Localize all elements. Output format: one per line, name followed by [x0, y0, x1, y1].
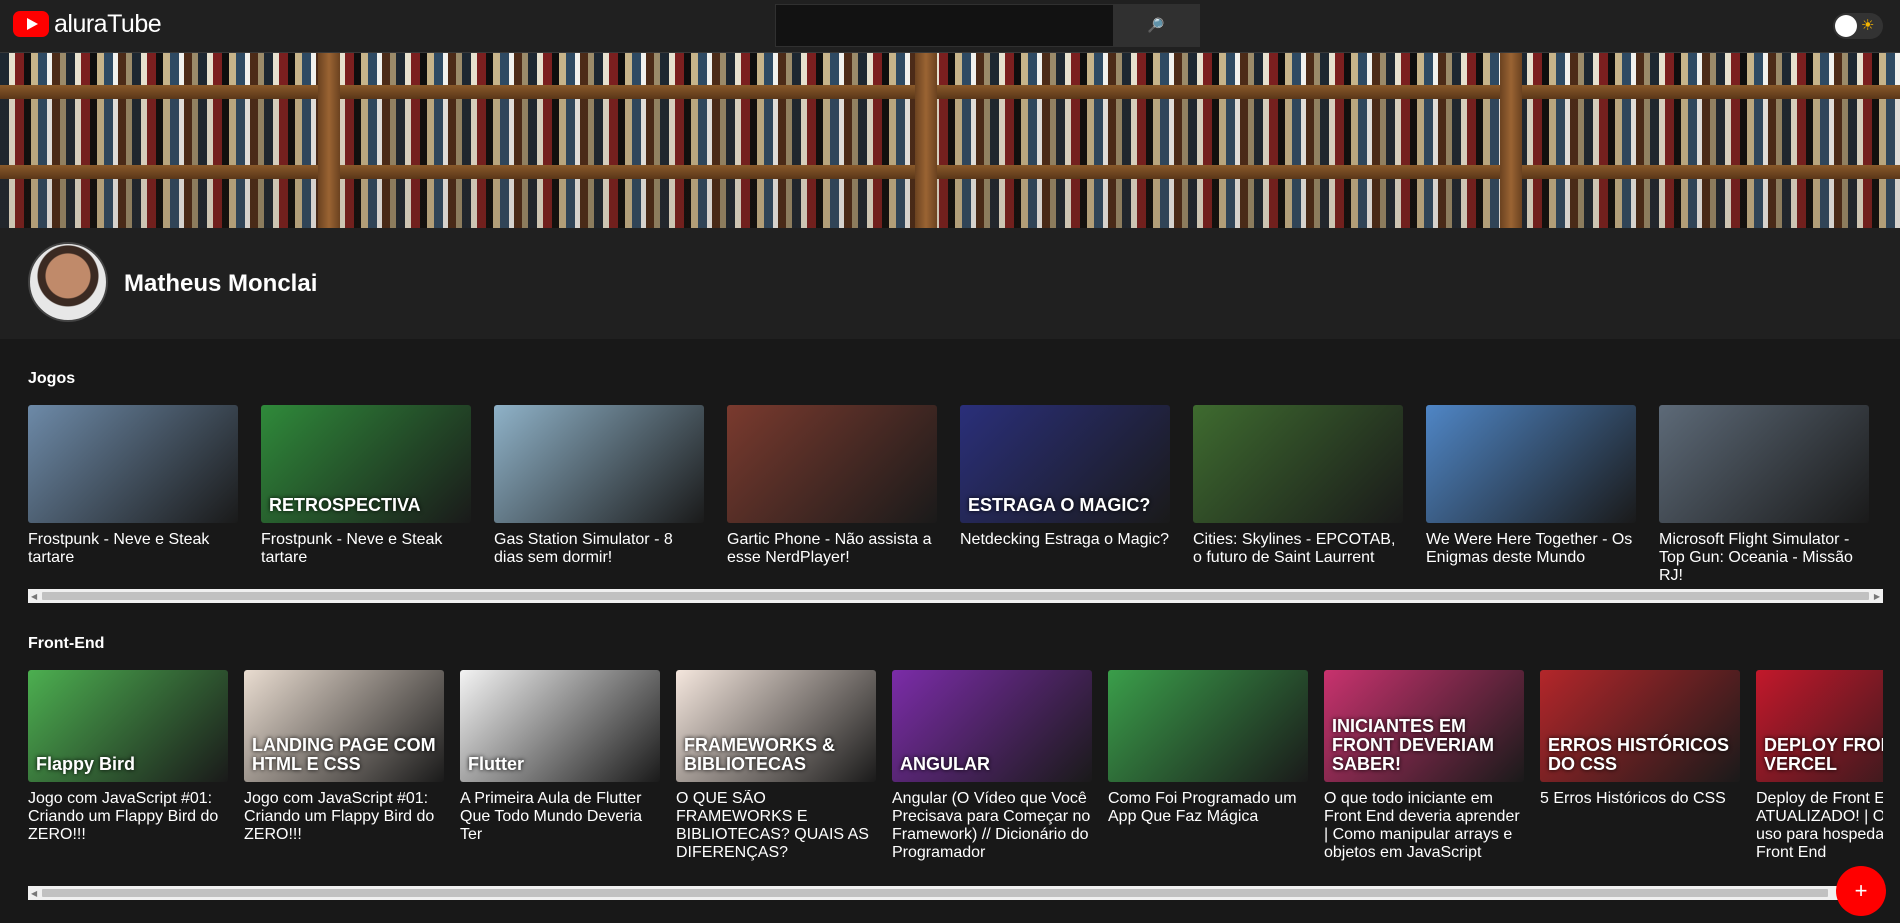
video-card[interactable]: Como Foi Programado um App Que Faz Mágic…	[1108, 670, 1308, 885]
video-thumbnail[interactable]: ANGULAR	[892, 670, 1092, 782]
video-title[interactable]: Microsoft Flight Simulator - Top Gun: Oc…	[1659, 531, 1869, 585]
video-thumbnail[interactable]: RETROSPECTIVA	[261, 405, 471, 523]
video-row-jogos: Frostpunk - Neve e Steak tartare RETROSPE…	[28, 405, 1883, 585]
video-card[interactable]: Microsoft Flight Simulator - Top Gun: Oc…	[1659, 405, 1869, 585]
video-card[interactable]: Frostpunk - Neve e Steak tartare	[28, 405, 238, 585]
video-card[interactable]: Cities: Skylines - EPCOTAB, o futuro de …	[1193, 405, 1403, 585]
video-thumbnail[interactable]	[727, 405, 937, 523]
banner-books-middle	[0, 99, 1900, 169]
video-title[interactable]: O que todo iniciante em Front End deveri…	[1324, 790, 1524, 862]
video-thumbnail[interactable]: FRAMEWORKS & BIBLIOTECAS	[676, 670, 876, 782]
search-button[interactable]: 🔎	[1113, 5, 1199, 46]
video-title[interactable]: 5 Erros Históricos do CSS	[1540, 790, 1740, 808]
video-thumbnail[interactable]: DEPLOY FRONT END VERCEL	[1756, 670, 1883, 782]
video-title[interactable]: Gartic Phone - Não assista a esse NerdPl…	[727, 531, 937, 567]
video-thumbnail[interactable]	[1108, 670, 1308, 782]
video-row-front-end: Flappy Bird Jogo com JavaScript #01: Cria…	[28, 670, 1883, 885]
playlist-title: Jogos	[28, 370, 76, 387]
video-thumbnail[interactable]	[1659, 405, 1869, 523]
video-title[interactable]: Frostpunk - Neve e Steak tartare	[28, 531, 238, 567]
banner-shelf	[0, 165, 1900, 179]
scroll-left-icon[interactable]: ◀	[31, 889, 37, 898]
search-icon: 🔎	[1147, 17, 1165, 33]
toggle-knob	[1835, 15, 1857, 37]
sun-icon: ☀	[1861, 17, 1875, 34]
video-thumbnail[interactable]	[1426, 405, 1636, 523]
channel-profile: Matheus Monclai	[0, 228, 1900, 339]
search-input[interactable]	[776, 5, 1113, 46]
video-title[interactable]: Frostpunk - Neve e Steak tartare	[261, 531, 471, 567]
banner-shelf-post	[318, 53, 340, 228]
scroll-left-icon[interactable]: ◀	[31, 592, 37, 601]
playlist-scrollbar[interactable]: ◀ ▶	[28, 886, 1883, 900]
thumbnail-caption: Flutter	[468, 754, 524, 775]
video-thumbnail[interactable]	[1193, 405, 1403, 523]
video-title[interactable]: Jogo com JavaScript #01: Criando um Flap…	[28, 790, 228, 844]
thumbnail-caption: INICIANTES EM FRONT DEVERIAM SABER!	[1332, 716, 1494, 775]
video-title[interactable]: A Primeira Aula de Flutter Que Todo Mund…	[460, 790, 660, 844]
theme-toggle[interactable]: ☀	[1833, 13, 1883, 39]
video-thumbnail[interactable]: Flappy Bird	[28, 670, 228, 782]
playlist-scrollbar[interactable]: ◀ ▶	[28, 589, 1883, 603]
play-logo-icon	[13, 11, 49, 37]
scrollbar-thumb[interactable]	[42, 889, 1828, 897]
video-card[interactable]: FRAMEWORKS & BIBLIOTECAS O QUE SÃO FRAMEW…	[676, 670, 876, 885]
channel-banner	[0, 53, 1900, 228]
video-title[interactable]: O QUE SÃO FRAMEWORKS E BIBLIOTECAS? QUAI…	[676, 790, 876, 862]
site-logo[interactable]: aluraTube	[13, 9, 162, 38]
thumbnail-caption: ESTRAGA O MAGIC?	[968, 495, 1151, 516]
scrollbar-thumb[interactable]	[42, 592, 1869, 600]
video-card[interactable]: ANGULAR Angular (O Vídeo que Você Precisa…	[892, 670, 1092, 885]
video-title[interactable]: Netdecking Estraga o Magic?	[960, 531, 1170, 549]
video-title[interactable]: Angular (O Vídeo que Você Precisava para…	[892, 790, 1092, 862]
video-card[interactable]: RETROSPECTIVA Frostpunk - Neve e Steak ta…	[261, 405, 471, 585]
top-bar: aluraTube 🔎 ☀	[0, 0, 1900, 53]
search-bar: 🔎	[775, 4, 1200, 47]
banner-shelf	[0, 85, 1900, 99]
video-thumbnail[interactable]: LANDING PAGE COM HTML E CSS	[244, 670, 444, 782]
video-card[interactable]: DEPLOY FRONT END VERCEL Deploy de Front E…	[1756, 670, 1883, 885]
video-card[interactable]: LANDING PAGE COM HTML E CSS Jogo com Java…	[244, 670, 444, 885]
add-video-button[interactable]: +	[1836, 866, 1886, 916]
banner-shelf-post	[1500, 53, 1522, 228]
video-card[interactable]: ESTRAGA O MAGIC? Netdecking Estraga o Mag…	[960, 405, 1170, 585]
logo-text: aluraTube	[54, 9, 162, 38]
video-title[interactable]: Cities: Skylines - EPCOTAB, o futuro de …	[1193, 531, 1403, 567]
video-thumbnail[interactable]: ESTRAGA O MAGIC?	[960, 405, 1170, 523]
video-card[interactable]: Gartic Phone - Não assista a esse NerdPl…	[727, 405, 937, 585]
video-card[interactable]: Flappy Bird Jogo com JavaScript #01: Cria…	[28, 670, 228, 885]
video-title[interactable]: Como Foi Programado um App Que Faz Mágic…	[1108, 790, 1308, 826]
video-title[interactable]: Deploy de Front End ATUALIZADO! | O que …	[1756, 790, 1883, 862]
video-card[interactable]: We Were Here Together - Os Enigmas deste…	[1426, 405, 1636, 585]
thumbnail-caption: LANDING PAGE COM HTML E CSS	[252, 735, 436, 775]
thumbnail-caption: FRAMEWORKS & BIBLIOTECAS	[684, 735, 835, 775]
thumbnail-caption: ERROS HISTÓRICOS DO CSS	[1548, 735, 1730, 775]
video-thumbnail[interactable]	[494, 405, 704, 523]
thumbnail-caption: ANGULAR	[900, 754, 990, 775]
channel-name: Matheus Monclai	[124, 270, 318, 297]
video-card[interactable]: Gas Station Simulator - 8 dias sem dormi…	[494, 405, 704, 585]
video-thumbnail[interactable]: Flutter	[460, 670, 660, 782]
thumbnail-caption: RETROSPECTIVA	[269, 495, 421, 516]
video-title[interactable]: Jogo com JavaScript #01: Criando um Flap…	[244, 790, 444, 844]
video-card[interactable]: ERROS HISTÓRICOS DO CSS 5 Erros Histórico…	[1540, 670, 1740, 885]
banner-shelf-post	[915, 53, 937, 228]
video-title[interactable]: Gas Station Simulator - 8 dias sem dormi…	[494, 531, 704, 567]
video-card[interactable]: INICIANTES EM FRONT DEVERIAM SABER! O que…	[1324, 670, 1524, 885]
video-thumbnail[interactable]: INICIANTES EM FRONT DEVERIAM SABER!	[1324, 670, 1524, 782]
banner-books-bottom	[0, 179, 1900, 228]
scroll-right-icon[interactable]: ▶	[1874, 592, 1880, 601]
thumbnail-caption: Flappy Bird	[36, 754, 136, 775]
playlist-title: Front-End	[28, 635, 105, 652]
thumbnail-caption: DEPLOY FRONT END VERCEL	[1764, 735, 1883, 775]
video-card[interactable]: Flutter A Primeira Aula de Flutter Que To…	[460, 670, 660, 885]
video-thumbnail[interactable]: ERROS HISTÓRICOS DO CSS	[1540, 670, 1740, 782]
avatar[interactable]	[28, 242, 108, 322]
video-thumbnail[interactable]	[28, 405, 238, 523]
video-title[interactable]: We Were Here Together - Os Enigmas deste…	[1426, 531, 1636, 567]
